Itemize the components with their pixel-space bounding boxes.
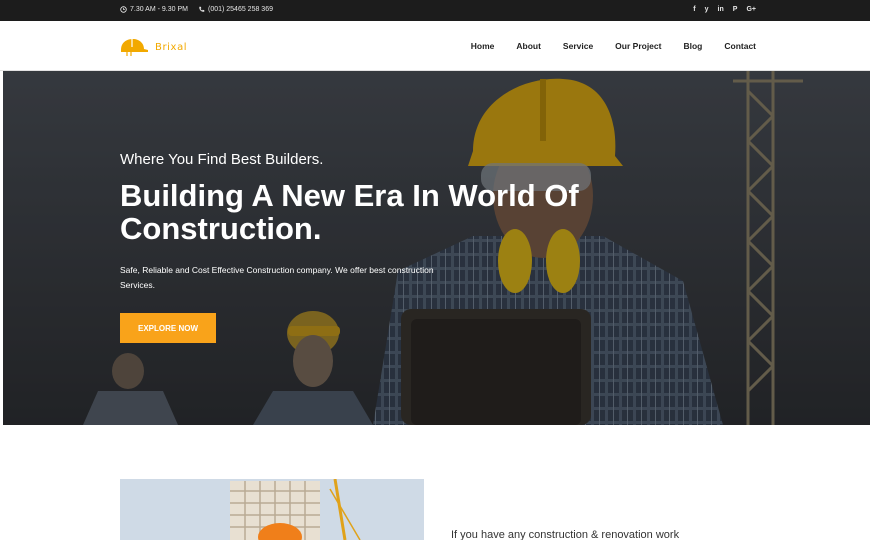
explore-now-button[interactable]: EXPLORE NOW: [120, 313, 216, 343]
contact-info: 7.30 AM - 9.30 PM (001) 25465 258 369: [120, 6, 273, 13]
helmet-logo-icon: [121, 39, 148, 56]
hero-title: Building A New Era In World Of Construct…: [120, 178, 579, 246]
about-image: [120, 479, 424, 540]
hero-subtitle: Where You Find Best Builders.: [120, 151, 324, 168]
hero-dark-overlay: [3, 71, 870, 425]
nav-service[interactable]: Service: [563, 41, 593, 51]
top-bar: 7.30 AM - 9.30 PM (001) 25465 258 369 f …: [0, 0, 870, 21]
pinterest-icon[interactable]: P: [733, 6, 738, 13]
main-navbar: Brixal Home About Service Our Project Bl…: [0, 21, 870, 71]
facebook-icon[interactable]: f: [693, 6, 695, 13]
hours-item: 7.30 AM - 9.30 PM: [120, 6, 188, 13]
nav-about[interactable]: About: [516, 41, 541, 51]
nav-blog[interactable]: Blog: [683, 41, 702, 51]
clock-icon: [120, 6, 127, 13]
brand-name: Brixal: [155, 41, 188, 53]
phone-item: (001) 25465 258 369: [198, 6, 273, 13]
google-plus-icon[interactable]: G+: [746, 6, 756, 13]
phone-icon: [199, 6, 205, 12]
building-construction-image: [120, 479, 424, 540]
nav-contact[interactable]: Contact: [724, 41, 756, 51]
phone-text: (001) 25465 258 369: [207, 6, 273, 13]
about-intro-text: If you have any construction & renovatio…: [451, 529, 680, 540]
twitter-icon[interactable]: y: [705, 6, 709, 13]
site-logo[interactable]: Brixal: [119, 37, 187, 57]
nav-home[interactable]: Home: [471, 41, 495, 51]
nav-menu: Home About Service Our Project Blog Cont…: [471, 41, 756, 51]
nav-our-project[interactable]: Our Project: [615, 41, 661, 51]
hours-text: 7.30 AM - 9.30 PM: [130, 6, 188, 13]
hero-description: Safe, Reliable and Cost Effective Constr…: [120, 265, 434, 290]
social-links: f y in P G+: [693, 6, 756, 13]
hero-banner: Where You Find Best Builders. Building A…: [3, 71, 870, 425]
linkedin-icon[interactable]: in: [718, 6, 724, 13]
